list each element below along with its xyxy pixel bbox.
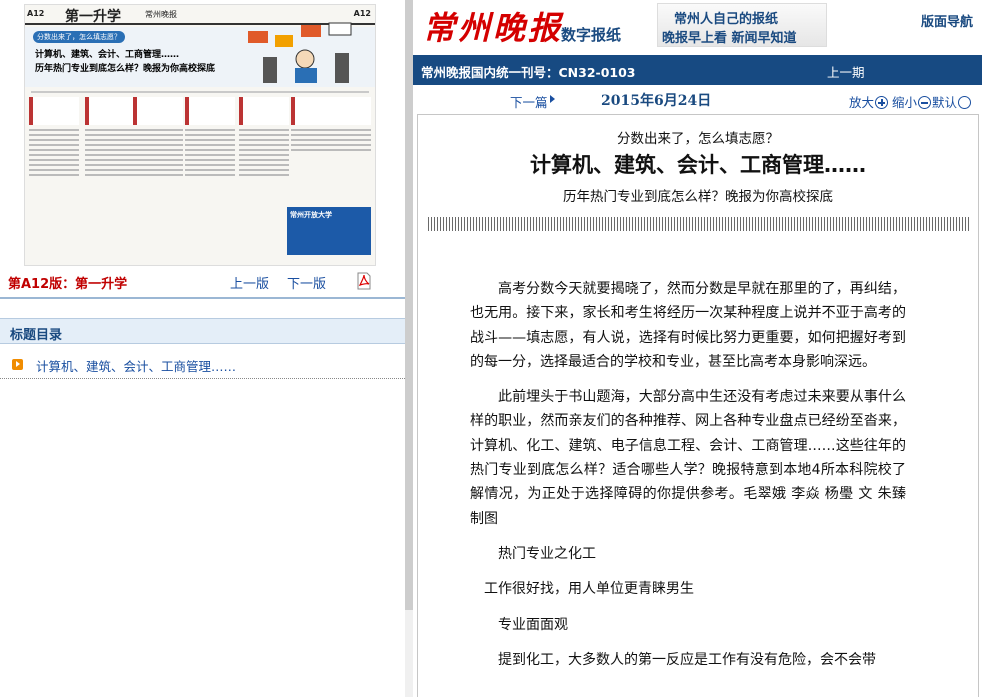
registration-bar: 常州晚报国内统一刊号：CN32-0103 上一期	[413, 55, 982, 85]
prev-page-link[interactable]: 上一版	[230, 273, 269, 292]
slogan-line-2: 晚报早上看 新闻早知道	[662, 31, 797, 46]
next-article-link[interactable]: 下一篇	[510, 92, 548, 111]
thumbnail-headline-1: 计算机、建筑、会计、工商管理……	[35, 50, 180, 60]
digital-edition-label: 数字报纸	[561, 26, 622, 44]
article-paragraph: 高考分数今天就要揭晓了，然而分数是早就在那里的了，再纠结，也无用。接下来，家长和…	[470, 281, 906, 370]
zoom-reset-label: 默认	[932, 95, 958, 110]
registration-number: 常州晚报国内统一刊号：CN32-0103	[421, 65, 636, 80]
date-bar: 下一篇 2015年6月24日 放大 缩小 默认	[413, 86, 982, 112]
thumbnail-page-number: A12	[27, 9, 45, 18]
thumbnail-banner: 分数出来了，怎么填志愿？ 计算机、建筑、会计、工商管理…… 历年热门专业到底怎么…	[25, 22, 375, 87]
thumbnail-illustration	[248, 22, 352, 83]
article-kicker: 分数出来了，怎么填志愿？	[617, 131, 779, 147]
next-arrow-icon	[550, 95, 555, 103]
thumbnail-section: 第一升学	[65, 9, 121, 25]
issue-date: 2015年6月24日	[601, 93, 712, 109]
circle-icon	[958, 96, 972, 109]
thumbnail-rule	[31, 91, 369, 93]
article-body: 高考分数今天就要揭晓了，然而分数是早就在那里的了，再纠结，也无用。接下来，家长和…	[470, 277, 906, 683]
article-paragraph: 提到化工，大多数人的第一反应是工作有没有危险，会不会带	[498, 651, 876, 668]
hatch-divider	[428, 217, 970, 231]
toc-item-link[interactable]: 计算机、建筑、会计、工商管理……	[36, 356, 236, 375]
thumbnail-column	[85, 97, 135, 257]
minus-circle-icon	[918, 96, 932, 109]
article-section-heading: 热门专业之化工	[498, 545, 596, 562]
zoom-reset-button[interactable]: 默认	[932, 92, 972, 111]
edition-label: 第A12版：第一升学	[8, 277, 128, 292]
page-navigation-link[interactable]: 版面导航	[921, 11, 973, 30]
article-subheading: 工作很好找，用人单位更青睐男生	[484, 581, 694, 598]
page-thumbnail[interactable]: A12 第一升学 常州晚报 A12 分数出来了，怎么填志愿？ 计算机、建筑、会计…	[24, 4, 376, 266]
zoom-in-label: 放大	[849, 95, 875, 110]
left-scrollbar-thumb[interactable]	[405, 0, 413, 610]
zoom-out-label: 缩小	[892, 95, 918, 110]
article-subhead: 历年热门专业到底怎么样？晚报为你高校探底	[563, 189, 833, 205]
thumbnail-tag: 分数出来了，怎么填志愿？	[33, 31, 125, 43]
right-panel: 常州晚报 数字报纸 常州人自己的报纸 晚报早上看 新闻早知道 版面导航 常州晚报…	[413, 0, 982, 697]
thumbnail-column	[133, 97, 183, 257]
slogan-line-1: 常州人自己的报纸	[674, 12, 779, 27]
toc-bullet-icon	[12, 359, 23, 370]
next-page-link[interactable]: 下一版	[287, 273, 326, 292]
thumbnail-headline-2: 历年热门专业到底怎么样？晚报为你高校探底	[35, 64, 216, 74]
left-divider	[0, 297, 405, 299]
thumbnail-column	[185, 97, 235, 257]
pdf-icon[interactable]	[356, 272, 372, 290]
article-container: 分数出来了，怎么填志愿？ 计算机、建筑、会计、工商管理…… 历年热门专业到底怎么…	[417, 114, 979, 697]
article-headline: 计算机、建筑、会计、工商管理……	[530, 153, 866, 177]
article-paragraph: 此前埋头于书山题海，大部分高中生还没有考虑过未来要从事什么样的职业，然而亲友们的…	[470, 389, 906, 527]
prev-issue-link[interactable]: 上一期	[827, 62, 865, 81]
plus-circle-icon	[875, 96, 889, 109]
toc-divider	[0, 378, 405, 379]
thumbnail-ad: 常州开放大学	[287, 207, 371, 255]
thumbnail-column	[239, 97, 289, 257]
zoom-in-button[interactable]: 放大	[849, 92, 889, 111]
left-panel: A12 第一升学 常州晚报 A12 分数出来了，怎么填志愿？ 计算机、建筑、会计…	[0, 0, 405, 697]
zoom-out-button[interactable]: 缩小	[892, 92, 932, 111]
toc-header: 标题目录	[0, 318, 405, 344]
thumbnail-logo: 常州晚报	[145, 10, 177, 19]
thumbnail-column	[29, 97, 79, 257]
article-section-label: 专业面面观	[498, 616, 568, 633]
slogan-box: 常州人自己的报纸 晚报早上看 新闻早知道	[657, 3, 827, 47]
toc-title: 标题目录	[10, 328, 63, 343]
newspaper-logo: 常州晚报	[423, 9, 564, 47]
